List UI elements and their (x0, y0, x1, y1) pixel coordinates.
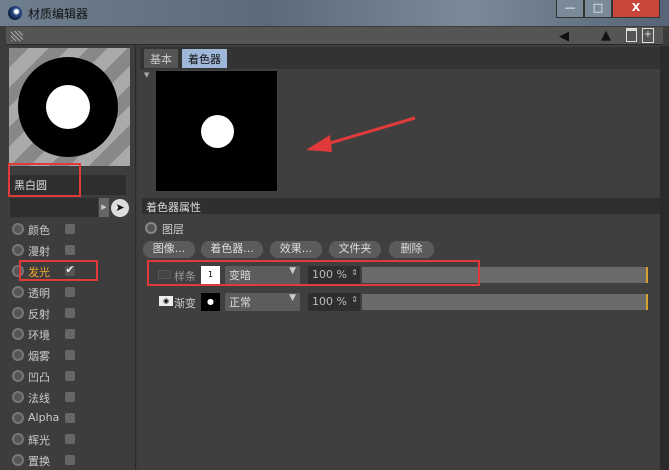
layer-row[interactable]: ◉ 渐变 ● 正常 ▼ 100 % ⇕ (150, 292, 660, 312)
channel-displacement[interactable]: 置换 (10, 450, 130, 470)
scrollbar[interactable] (660, 46, 669, 470)
delete-button[interactable]: 删除 (389, 241, 434, 258)
radio-icon[interactable] (12, 244, 24, 256)
layer-label: 图层 (162, 223, 184, 236)
channel-checkbox[interactable] (65, 308, 75, 318)
grip-icon[interactable] (11, 31, 23, 41)
channel-checkbox[interactable] (65, 350, 75, 360)
maximize-button[interactable]: □ (584, 0, 612, 18)
channel-color[interactable]: 颜色 (10, 219, 130, 239)
close-button[interactable]: X (612, 0, 660, 18)
channel-checkbox[interactable] (65, 392, 75, 402)
opacity-field[interactable]: 100 % ⇕ (308, 293, 360, 311)
channel-glow[interactable]: 辉光 (10, 429, 130, 449)
opacity-slider[interactable] (362, 294, 648, 310)
radio-icon[interactable] (12, 349, 24, 361)
radio-icon[interactable] (12, 433, 24, 445)
new-window-icon[interactable]: + (642, 28, 654, 43)
radio-icon[interactable] (12, 286, 24, 298)
radio-icon[interactable] (12, 370, 24, 382)
material-preview[interactable] (9, 48, 130, 166)
opacity-value: 100 % (312, 295, 347, 308)
highlight-box (8, 163, 81, 197)
shader-preview (156, 71, 277, 191)
channel-alpha[interactable]: Alpha (10, 408, 130, 428)
channel-environment[interactable]: 环境 (10, 324, 130, 344)
channel-fog[interactable]: 烟雾 (10, 345, 130, 365)
effect-button[interactable]: 效果... (270, 241, 322, 258)
cursor-picker-icon[interactable]: ➤ (111, 199, 129, 217)
radio-icon[interactable] (12, 412, 24, 424)
back-arrow-icon[interactable]: ◀ (559, 29, 569, 44)
channel-checkbox[interactable] (65, 329, 75, 339)
radio-icon[interactable] (12, 391, 24, 403)
channel-checkbox[interactable] (65, 287, 75, 297)
cinema4d-logo-icon (8, 6, 22, 20)
channel-checkbox[interactable] (65, 413, 75, 423)
radio-icon[interactable] (145, 222, 157, 234)
chevron-down-icon: ▼ (289, 293, 296, 303)
folder-button[interactable]: 文件夹 (329, 241, 381, 258)
channel-transparency[interactable]: 透明 (10, 282, 130, 302)
collapse-arrow-icon[interactable]: ▼ (144, 71, 149, 79)
channel-checkbox[interactable] (65, 434, 75, 444)
channel-checkbox[interactable] (65, 224, 75, 234)
radio-icon[interactable] (12, 454, 24, 466)
channel-checkbox[interactable] (65, 245, 75, 255)
layer-swatch[interactable]: ● (201, 293, 220, 311)
up-arrow-icon[interactable]: ▲ (601, 28, 611, 43)
channel-checkbox[interactable] (65, 455, 75, 465)
radio-icon[interactable] (12, 307, 24, 319)
blend-mode-value: 正常 (229, 296, 251, 309)
window-title: 材质编辑器 (28, 7, 89, 21)
tab-shader[interactable]: 着色器 (182, 49, 227, 68)
toolbar: ◀ ▲ + (6, 27, 663, 45)
material-dropdown[interactable] (10, 198, 98, 217)
channel-normal[interactable]: 法线 (10, 387, 130, 407)
spinner-icon[interactable]: ⇕ (351, 295, 358, 304)
section-header: 着色器属性 (142, 198, 660, 214)
dropdown-arrow-icon[interactable]: ▶ (99, 198, 109, 217)
layer-name: 渐变 (174, 297, 196, 310)
radio-icon[interactable] (12, 223, 24, 235)
channel-bump[interactable]: 凹凸 (10, 366, 130, 386)
tab-basic[interactable]: 基本 (144, 49, 178, 68)
channel-reflectance[interactable]: 反射 (10, 303, 130, 323)
eye-icon[interactable]: ◉ (159, 296, 173, 306)
blend-mode-select[interactable]: 正常 ▼ (225, 293, 300, 311)
shader-button[interactable]: 着色器... (201, 241, 263, 258)
channel-diffusion[interactable]: 漫射 (10, 240, 130, 260)
highlight-box (147, 260, 480, 286)
lock-icon[interactable] (626, 28, 637, 42)
minimize-button[interactable]: — (556, 0, 584, 18)
radio-icon[interactable] (12, 328, 24, 340)
image-button[interactable]: 图像... (143, 241, 195, 258)
annotation-arrow-icon (306, 116, 416, 152)
highlight-box (19, 260, 98, 281)
channel-checkbox[interactable] (65, 371, 75, 381)
